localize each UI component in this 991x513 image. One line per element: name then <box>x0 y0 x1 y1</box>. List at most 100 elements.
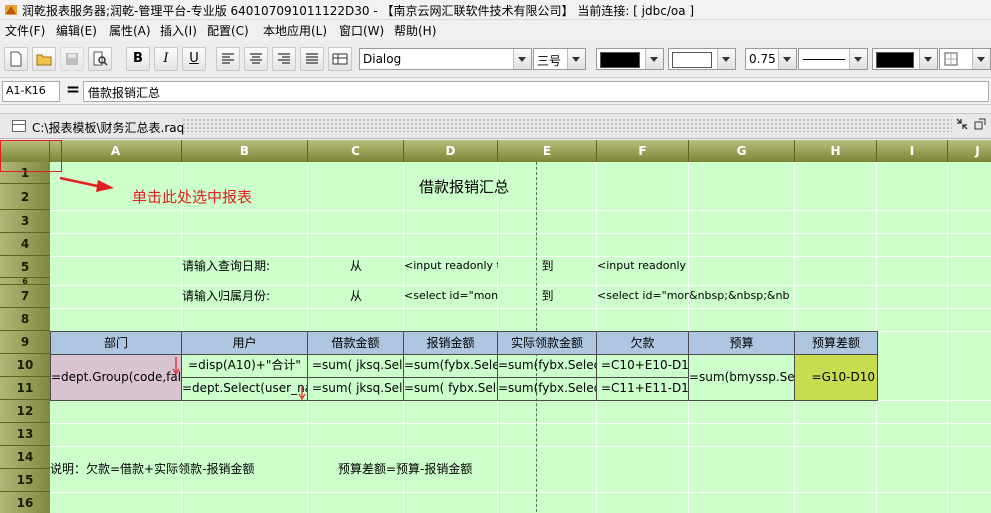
note-budget-diff[interactable]: 预算差额=预算-报销金额 <box>338 459 538 481</box>
column-header-b[interactable]: B <box>182 140 308 162</box>
column-header-j[interactable]: J <box>948 140 991 162</box>
row-header-12[interactable]: 12 <box>0 400 50 423</box>
chevron-down-icon[interactable] <box>972 49 990 69</box>
row-header-2[interactable]: 2 <box>0 184 50 210</box>
header-user[interactable]: 用户 <box>181 331 308 355</box>
cell-c10[interactable]: =sum( jksq.Sele <box>307 354 404 378</box>
cell-d5[interactable]: <input readonly t <box>404 256 498 278</box>
open-folder-icon[interactable] <box>32 47 56 71</box>
cell-e5[interactable]: 到 <box>498 256 597 278</box>
menu-help[interactable]: 帮助(H) <box>394 22 436 39</box>
cell-h10[interactable]: =G10-D10 <box>794 354 878 401</box>
row-header-8[interactable]: 8 <box>0 308 50 331</box>
border-select[interactable] <box>939 48 991 70</box>
chevron-down-icon[interactable] <box>778 49 796 69</box>
header-dept[interactable]: 部门 <box>50 331 182 355</box>
row-header-9[interactable]: 9 <box>0 331 50 354</box>
cell-c11[interactable]: =sum( jksq.Sele <box>307 377 404 401</box>
border-style-select[interactable] <box>798 48 868 70</box>
back-color-select[interactable] <box>668 48 736 70</box>
column-header-c[interactable]: C <box>308 140 404 162</box>
underline-button[interactable]: U <box>182 47 206 71</box>
document-tab-title[interactable]: C:\报表模板\财务汇总表.raq <box>32 119 184 136</box>
cell-b5[interactable]: 请输入查询日期: <box>182 256 308 278</box>
menu-insert[interactable]: 插入(I) <box>160 22 197 39</box>
header-budget-diff[interactable]: 预算差额 <box>794 331 878 355</box>
cell-g10[interactable]: =sum(bmyssp.Sel <box>688 354 795 401</box>
maximize-window-icon[interactable] <box>973 118 987 132</box>
font-color-select[interactable] <box>596 48 664 70</box>
row-header-10[interactable]: 10 <box>0 354 50 377</box>
menu-window[interactable]: 窗口(W) <box>339 22 384 39</box>
column-header-d[interactable]: D <box>404 140 498 162</box>
column-header-h[interactable]: H <box>795 140 877 162</box>
cell-g7[interactable]: &nbsp;&nbsp;&nb <box>689 286 795 308</box>
table-format-icon[interactable] <box>328 47 352 71</box>
bold-button[interactable]: B <box>126 47 150 71</box>
cell-f11[interactable]: =C11+E11-D11 <box>596 377 689 401</box>
menu-attributes[interactable]: 属性(A) <box>109 22 151 39</box>
row-header-3[interactable]: 3 <box>0 210 50 233</box>
menu-file[interactable]: 文件(F) <box>5 22 45 39</box>
chevron-down-icon[interactable] <box>567 49 585 69</box>
row-header-14[interactable]: 14 <box>0 446 50 469</box>
border-width-select[interactable]: 0.75 <box>745 48 797 70</box>
formula-input[interactable]: 借款报销汇总 <box>83 81 989 102</box>
column-header-a[interactable]: A <box>50 140 182 162</box>
cell-f5[interactable]: <input readonly t <box>597 256 689 278</box>
new-file-icon[interactable] <box>4 47 28 71</box>
column-header-i[interactable]: I <box>877 140 948 162</box>
cell-b7[interactable]: 请输入归属月份: <box>182 286 308 308</box>
cell-c7[interactable]: 从 <box>308 286 404 308</box>
header-loan-amount[interactable]: 借款金额 <box>307 331 404 355</box>
row-header-6[interactable]: 6 <box>0 278 50 286</box>
print-preview-icon[interactable] <box>88 47 112 71</box>
cell-c5[interactable]: 从 <box>308 256 404 278</box>
row-header-7[interactable]: 7 <box>0 285 50 308</box>
chevron-down-icon[interactable] <box>645 49 663 69</box>
column-header-f[interactable]: F <box>597 140 689 162</box>
cell-e10[interactable]: =sum(fybx.Select( <box>497 354 597 378</box>
column-header-e[interactable]: E <box>498 140 597 162</box>
header-reimburse-amount[interactable]: 报销金额 <box>403 331 498 355</box>
report-sheet[interactable]: A B C D E F G H I J 1 2 3 4 5 6 7 8 9 10… <box>0 140 991 513</box>
align-right-icon[interactable] <box>272 47 296 71</box>
align-left-icon[interactable] <box>216 47 240 71</box>
chevron-down-icon[interactable] <box>717 49 735 69</box>
cell-f7[interactable]: <select id="mon <box>597 286 689 308</box>
border-color-select[interactable] <box>872 48 938 70</box>
cell-f10[interactable]: =C10+E10-D10 <box>596 354 689 378</box>
cell-a10[interactable]: =dept.Group(code,false <box>50 354 182 401</box>
note-debt[interactable]: 说明：欠款=借款+实际领款-报销金额 <box>50 459 310 481</box>
cell-e7[interactable]: 到 <box>498 286 597 308</box>
menu-local-app[interactable]: 本地应用(L) <box>263 22 327 39</box>
cell-d11[interactable]: =sum( fybx.Selec <box>403 377 498 401</box>
header-budget[interactable]: 预算 <box>688 331 795 355</box>
row-header-13[interactable]: 13 <box>0 423 50 446</box>
font-size-select[interactable]: 三号 <box>533 48 586 70</box>
header-actual-amount[interactable]: 实际领款金额 <box>497 331 597 355</box>
cell-reference-field[interactable]: A1-K16 <box>2 81 60 102</box>
header-debt[interactable]: 欠款 <box>596 331 689 355</box>
cell-e11[interactable]: =sum(fybx.Select( <box>497 377 597 401</box>
justify-icon[interactable] <box>300 47 324 71</box>
cell-d10[interactable]: =sum(fybx.Select <box>403 354 498 378</box>
align-center-icon[interactable] <box>244 47 268 71</box>
row-header-15[interactable]: 15 <box>0 469 50 492</box>
restore-window-icon[interactable] <box>955 118 969 132</box>
report-title[interactable]: 借款报销汇总 <box>404 176 524 197</box>
column-header-g[interactable]: G <box>689 140 795 162</box>
row-header-4[interactable]: 4 <box>0 233 50 256</box>
chevron-down-icon[interactable] <box>849 49 867 69</box>
italic-button[interactable]: I <box>154 47 178 71</box>
row-header-16[interactable]: 16 <box>0 492 50 513</box>
font-family-select[interactable]: Dialog <box>359 48 532 70</box>
menu-edit[interactable]: 编辑(E) <box>56 22 97 39</box>
chevron-down-icon[interactable] <box>919 49 937 69</box>
cell-d7[interactable]: <select id="mont <box>404 286 498 308</box>
menu-config[interactable]: 配置(C) <box>207 22 249 39</box>
row-header-5[interactable]: 5 <box>0 256 50 278</box>
cell-b10[interactable]: =disp(A10)+"合计" <box>181 354 308 378</box>
chevron-down-icon[interactable] <box>513 49 531 69</box>
cell-b11[interactable]: =dept.Select(user_na <box>181 377 308 401</box>
